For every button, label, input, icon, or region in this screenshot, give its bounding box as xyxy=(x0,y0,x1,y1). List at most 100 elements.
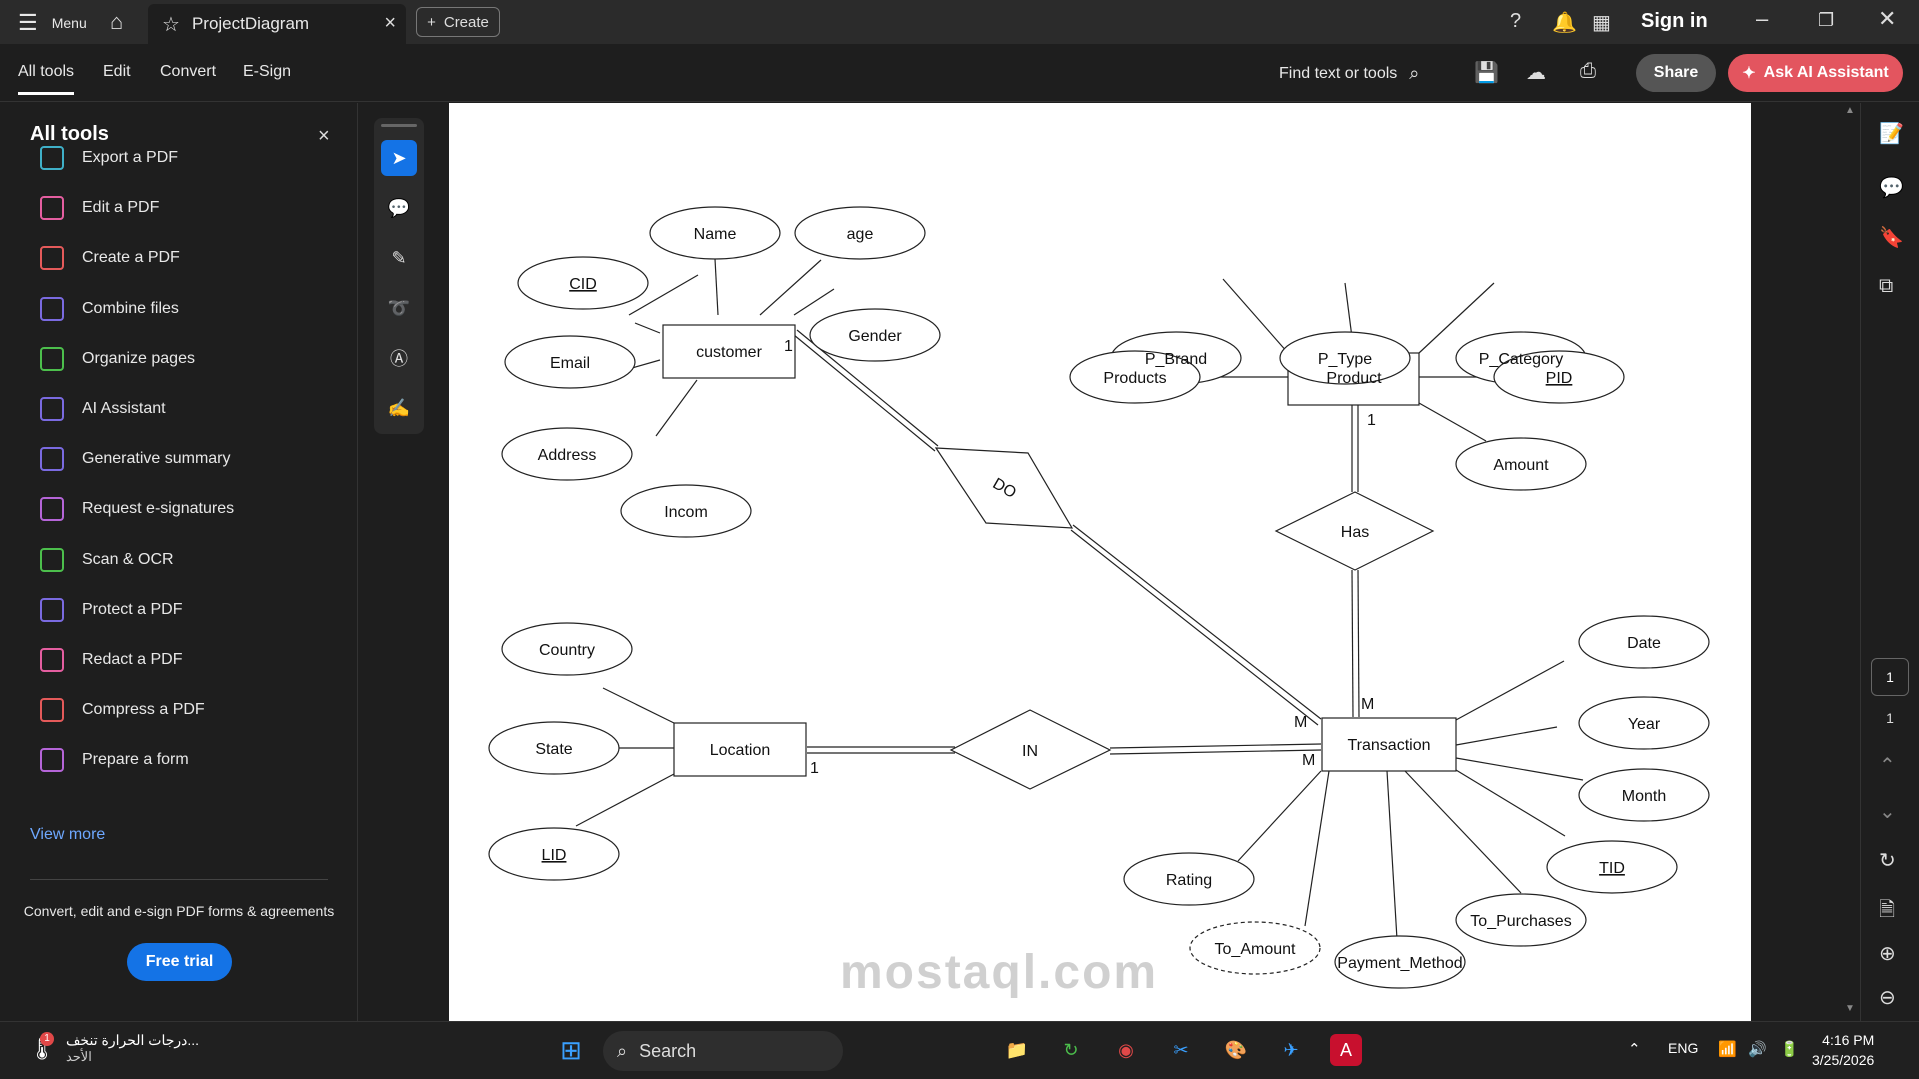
attr-pcategory-label: P_Category xyxy=(1479,351,1564,368)
tool-combine-files[interactable]: Combine files xyxy=(40,294,179,324)
tab-all-tools[interactable]: All tools xyxy=(18,63,75,95)
ai-summary-icon[interactable]: 📝 xyxy=(1879,121,1904,146)
select-cursor-icon[interactable]: ➤ xyxy=(381,140,417,176)
bookmark-icon[interactable]: 🔖 xyxy=(1879,225,1904,250)
ask-ai-label: Ask AI Assistant xyxy=(1763,64,1889,81)
paint-icon[interactable]: 🎨 xyxy=(1220,1034,1252,1066)
close-window-icon[interactable]: ✕ xyxy=(1878,6,1896,32)
tool-create-pdf[interactable]: Create a PDF xyxy=(40,243,180,273)
zoom-in-icon[interactable]: ⊕ xyxy=(1879,941,1896,966)
weather-badge: 1 xyxy=(40,1031,54,1046)
language-indicator[interactable]: ENG xyxy=(1668,1040,1698,1056)
tool-label: Compress a PDF xyxy=(82,701,205,719)
sign-in-link[interactable]: Sign in xyxy=(1641,10,1708,33)
scroll-down-arrow-icon[interactable]: ▼ xyxy=(1845,1003,1855,1014)
tab-edit[interactable]: Edit xyxy=(103,63,131,81)
tool-ai-assistant[interactable]: AI Assistant xyxy=(40,394,166,424)
upload-cloud-icon[interactable]: ☁ xyxy=(1526,60,1546,85)
find-label: Find text or tools xyxy=(1279,64,1398,82)
clock[interactable]: 4:16 PM 3/25/2026 xyxy=(1812,1030,1874,1070)
current-page-box[interactable]: 1 xyxy=(1871,658,1909,696)
find-tools-button[interactable]: Find text or tools ⌕ xyxy=(1279,63,1419,84)
page-fit-icon[interactable]: 🗎 xyxy=(1879,895,1895,929)
zoom-out-icon[interactable]: ⊖ xyxy=(1879,985,1896,1010)
refresh-app-icon[interactable]: ↻ xyxy=(1055,1034,1087,1066)
tab-convert[interactable]: Convert xyxy=(160,63,216,81)
scroll-up-arrow-icon[interactable]: ▲ xyxy=(1845,105,1855,116)
tool-protect-pdf[interactable]: Protect a PDF xyxy=(40,595,182,625)
tool-request-esignatures[interactable]: Request e-signatures xyxy=(40,494,234,524)
attr-ptype-label: P_Type xyxy=(1318,351,1372,368)
snipping-tool-icon[interactable]: ✂ xyxy=(1165,1034,1197,1066)
ask-ai-button[interactable]: ✦ Ask AI Assistant xyxy=(1728,54,1903,92)
share-button[interactable]: Share xyxy=(1636,54,1716,92)
print-icon[interactable]: ⎙ xyxy=(1580,60,1596,83)
file-explorer-icon[interactable]: 📁 xyxy=(1001,1034,1033,1066)
create-label: Create xyxy=(443,13,489,31)
taskbar-search[interactable]: ⌕ Search xyxy=(603,1031,843,1071)
weather-widget[interactable]: 🌡 1 درجات الحرارة تنخف... الأحد xyxy=(28,1031,199,1065)
highlight-pen-icon[interactable]: ✎ xyxy=(381,240,417,276)
entity-product-label: Product xyxy=(1326,370,1382,387)
tab-esign[interactable]: E-Sign xyxy=(243,63,291,81)
save-icon[interactable]: 💾 xyxy=(1474,60,1499,85)
wifi-icon[interactable]: 📶 xyxy=(1718,1040,1737,1058)
tool-label: Generative summary xyxy=(82,450,231,468)
tool-scan-ocr[interactable]: Scan & OCR xyxy=(40,545,174,575)
tool-label: Request e-signatures xyxy=(82,500,235,518)
ai-sparkle-icon: ✦ xyxy=(1742,65,1756,82)
redact-pdf-icon xyxy=(40,648,64,672)
attr-email-label: Email xyxy=(550,355,590,372)
comment-icon[interactable]: 💬 xyxy=(381,190,417,226)
vertical-scrollbar[interactable]: ▲ ▼ xyxy=(1843,103,1857,1021)
text-box-icon[interactable]: Ⓐ xyxy=(381,340,417,376)
entity-location-label: Location xyxy=(710,742,771,759)
tool-export-pdf[interactable]: Export a PDF xyxy=(40,143,178,173)
menu-button[interactable]: ☰ Menu xyxy=(18,10,87,36)
tool-compress-pdf[interactable]: Compress a PDF xyxy=(40,695,205,725)
close-tab-icon[interactable]: × xyxy=(384,12,396,35)
restore-icon[interactable]: ❐ xyxy=(1818,10,1834,31)
windows-start-icon[interactable]: ⊞ xyxy=(555,1034,587,1066)
star-icon[interactable]: ☆ xyxy=(162,12,180,37)
document-tab[interactable]: ☆ ProjectDiagram × xyxy=(148,4,406,44)
tool-prepare-form[interactable]: Prepare a form xyxy=(40,745,189,775)
telegram-icon[interactable]: ✈ xyxy=(1275,1034,1307,1066)
rotate-icon[interactable]: ↻ xyxy=(1879,848,1896,873)
free-trial-button[interactable]: Free trial xyxy=(127,943,232,981)
tool-redact-pdf[interactable]: Redact a PDF xyxy=(40,645,182,675)
bell-icon[interactable]: 🔔 xyxy=(1552,10,1577,35)
attr-pid-label: PID xyxy=(1546,370,1573,387)
sign-icon[interactable]: ✍ xyxy=(381,390,417,426)
home-icon[interactable]: ⌂ xyxy=(110,9,123,35)
battery-icon[interactable]: 🔋 xyxy=(1780,1040,1799,1058)
attr-tid-label: TID xyxy=(1599,860,1625,877)
tool-edit-pdf[interactable]: Edit a PDF xyxy=(40,193,159,223)
attr-paymentmethod-label: Payment_Method xyxy=(1337,955,1462,972)
tray-chevron-icon[interactable]: ⌃ xyxy=(1628,1040,1641,1058)
create-button[interactable]: + Create xyxy=(416,7,500,37)
close-panel-icon[interactable]: × xyxy=(318,125,330,148)
clock-date: 3/25/2026 xyxy=(1812,1052,1875,1068)
minimize-icon[interactable]: – xyxy=(1756,6,1768,32)
page-down-icon[interactable]: ⌄ xyxy=(1879,799,1896,824)
search-icon: ⌕ xyxy=(617,1040,628,1061)
chrome-icon[interactable]: ◉ xyxy=(1110,1034,1142,1066)
comments-panel-icon[interactable]: 💬 xyxy=(1879,175,1904,200)
drag-handle[interactable] xyxy=(381,124,417,127)
page-up-icon[interactable]: ⌃ xyxy=(1879,753,1896,778)
tool-label: Export a PDF xyxy=(82,149,179,166)
copy-pages-icon[interactable]: ⧉ xyxy=(1879,275,1893,298)
card-trans-has: M xyxy=(1361,696,1374,713)
help-icon[interactable]: ? xyxy=(1510,10,1521,33)
tool-generative-summary[interactable]: Generative summary xyxy=(40,444,231,474)
draw-lasso-icon[interactable]: ➰ xyxy=(381,290,417,326)
relationship-has-label: Has xyxy=(1341,524,1369,541)
view-more-link[interactable]: View more xyxy=(30,826,105,844)
apps-grid-icon[interactable]: ▦ xyxy=(1592,10,1611,35)
attr-country-label: Country xyxy=(539,642,595,659)
promo-text: Convert, edit and e-sign PDF forms & agr… xyxy=(23,903,335,919)
volume-icon[interactable]: 🔊 xyxy=(1748,1040,1767,1058)
tool-organize-pages[interactable]: Organize pages xyxy=(40,344,195,374)
acrobat-icon[interactable]: A xyxy=(1330,1034,1362,1066)
